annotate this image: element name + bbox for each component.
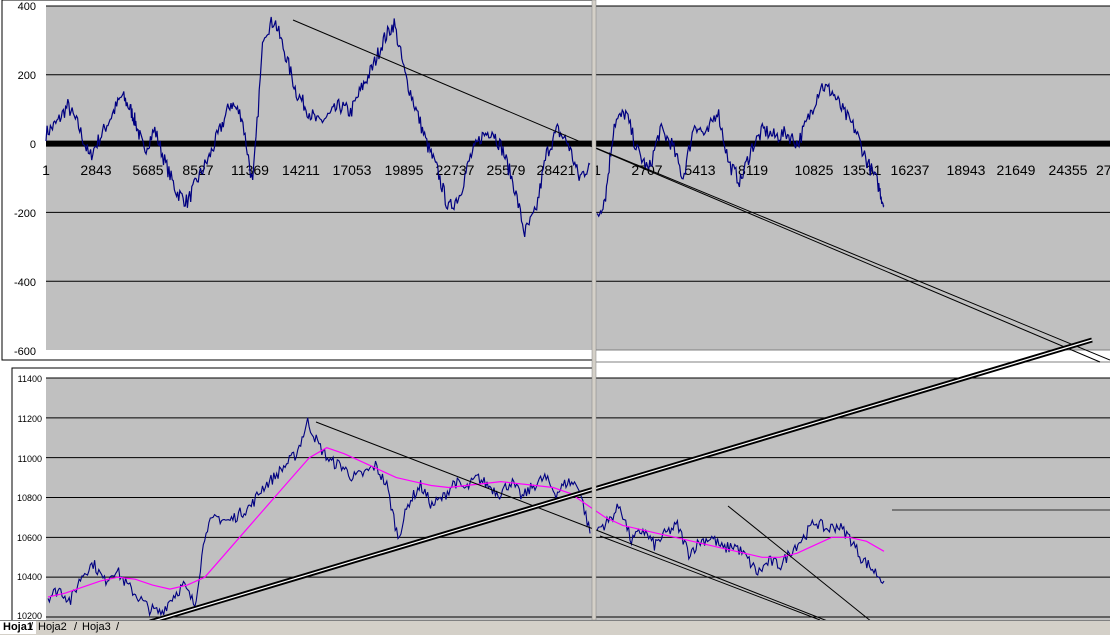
y-tick-label: 0 <box>30 139 36 151</box>
x-tick-label: 19895 <box>385 162 424 178</box>
tab-separator: / <box>74 621 78 633</box>
y-tick-label: 11200 <box>18 414 42 424</box>
y-tick-label: 200 <box>18 70 36 82</box>
x-tick-label: 8119 <box>738 162 768 178</box>
x-tick-label: 1 <box>42 162 50 178</box>
y-tick-label: 10600 <box>17 533 42 543</box>
pane-splitter[interactable] <box>591 0 597 621</box>
x-tick-label: 17053 <box>333 162 372 178</box>
sheet-tab-bar: Hoja1 / Hoja2 / Hoja3 / <box>0 620 1110 635</box>
x-tick-label: 18943 <box>947 162 986 178</box>
y-tick-label: 11000 <box>18 454 42 464</box>
x-tick-label: 5685 <box>132 162 163 178</box>
top-plot-area-right[interactable] <box>596 6 1110 350</box>
x-tick-label: 13531 <box>843 162 882 178</box>
sheet-tab-hoja2[interactable]: Hoja2 <box>35 621 70 634</box>
y-tick-label: 10400 <box>17 572 42 582</box>
tab-separator: / <box>30 621 34 633</box>
y-tick-label: 400 <box>18 1 36 13</box>
x-tick-label: 21649 <box>997 162 1036 178</box>
y-tick-label: -200 <box>14 208 36 220</box>
sheet-tab-hoja3[interactable]: Hoja3 <box>79 621 114 634</box>
x-tick-label: 16237 <box>891 162 930 178</box>
bottom-plot-area-right[interactable] <box>596 378 1110 622</box>
x-tick-label: 14211 <box>282 162 320 178</box>
y-tick-label: -400 <box>14 277 36 289</box>
x-tick-label: 270 <box>1096 162 1110 178</box>
x-tick-label: 2843 <box>80 162 111 178</box>
x-tick-label: 22737 <box>436 162 475 178</box>
x-tick-label: 10825 <box>795 162 834 178</box>
chart-canvas: 400 200 0 -200 -400 -600 1 2843 5685 852… <box>1 0 1110 625</box>
y-tick-label: -600 <box>14 346 36 358</box>
tab-separator: / <box>116 621 120 633</box>
x-tick-label: 5413 <box>684 162 715 178</box>
x-tick-label: 25579 <box>487 162 526 178</box>
y-tick-label: 10800 <box>17 493 42 503</box>
x-tick-label: 24355 <box>1049 162 1088 178</box>
x-tick-label: 8527 <box>182 162 213 178</box>
bottom-plot-area-left[interactable] <box>46 378 593 622</box>
y-tick-label: 11400 <box>18 374 42 384</box>
